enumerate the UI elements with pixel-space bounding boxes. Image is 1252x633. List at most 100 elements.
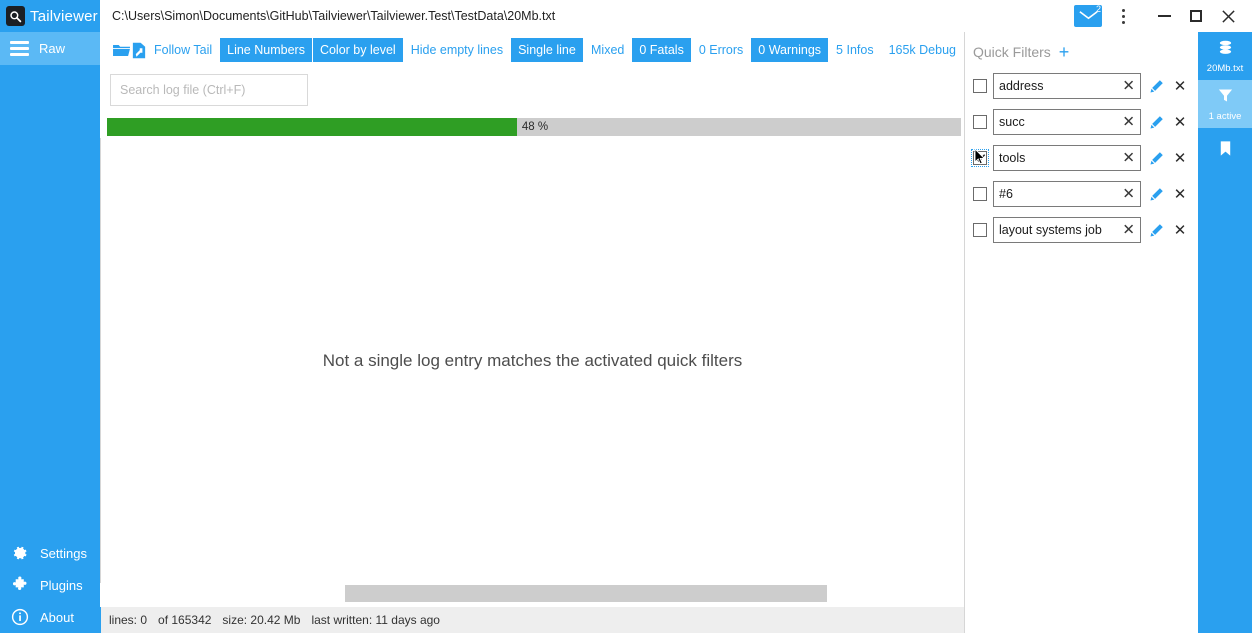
toolbar-follow-tail[interactable]: Follow Tail (147, 38, 219, 62)
add-file-icon[interactable] (131, 37, 147, 63)
delete-filter-icon[interactable]: ✕ (1171, 149, 1189, 167)
progress-area: 48 % (100, 118, 964, 138)
add-filter-icon[interactable]: + (1059, 43, 1070, 61)
delete-filter-icon[interactable]: ✕ (1171, 113, 1189, 131)
rail-item-filters[interactable]: 1 active (1198, 80, 1252, 128)
filter-text-input[interactable]: layout systems job ✕ (993, 217, 1141, 243)
filter-text-input[interactable]: address ✕ (993, 73, 1141, 99)
pencil-icon[interactable] (1147, 151, 1165, 166)
minimize-button[interactable] (1148, 0, 1180, 32)
progress-label: 48 % (521, 121, 549, 133)
empty-state-message: Not a single log entry matches the activ… (322, 350, 743, 370)
clear-filter-icon[interactable]: ✕ (1122, 151, 1135, 166)
pencil-icon[interactable] (1147, 115, 1165, 130)
filter-value: layout systems job (999, 223, 1102, 237)
open-folder-icon[interactable] (112, 37, 131, 63)
gear-icon (10, 543, 30, 563)
toolbar-color-by-level[interactable]: Color by level (312, 38, 403, 62)
mail-badge: 2 (1095, 4, 1101, 14)
horizontal-scrollbar[interactable] (100, 583, 964, 607)
sidebar-item-label: Plugins (40, 577, 83, 593)
bookmark-icon (1218, 140, 1233, 162)
sidebar-bottom-group: Settings Plugins About (0, 537, 100, 633)
filter-checkbox[interactable] (973, 223, 987, 237)
level-filter-fatals[interactable]: 0 Fatals (632, 38, 691, 62)
magnifier-icon (6, 6, 25, 26)
sidebar-item-label: Settings (40, 545, 87, 561)
status-size: size: 20.42 Mb (222, 613, 301, 627)
delete-filter-icon[interactable]: ✕ (1171, 77, 1189, 95)
rail-item-data-source[interactable]: 20Mb.txt (1198, 32, 1252, 80)
quick-filter-row: tools ✕ ✕ (965, 140, 1198, 176)
filter-checkbox[interactable] (973, 79, 987, 93)
rail-label: 20Mb.txt (1206, 62, 1244, 74)
app-window: Tailviewer C:\Users\Simon\Documents\GitH… (0, 0, 1252, 633)
quick-filter-row: #6 ✕ ✕ (965, 176, 1198, 212)
progress-bar: 48 % (107, 118, 961, 136)
quick-filters-panel: Quick Filters + address ✕ ✕ succ ✕ ✕ too… (964, 32, 1198, 633)
app-name: Tailviewer (30, 7, 98, 25)
rail-item-bookmarks[interactable] (1198, 128, 1252, 176)
puzzle-icon (10, 575, 30, 595)
delete-filter-icon[interactable]: ✕ (1171, 185, 1189, 203)
status-lines: lines: 0 (109, 613, 148, 627)
progress-fill (107, 118, 517, 136)
filter-value: succ (999, 115, 1025, 129)
right-rail: 20Mb.txt 1 active (1198, 32, 1252, 633)
file-path-title: C:\Users\Simon\Documents\GitHub\Tailview… (112, 9, 556, 23)
clear-filter-icon[interactable]: ✕ (1122, 79, 1135, 94)
filter-checkbox[interactable] (971, 149, 989, 167)
filter-value: address (999, 79, 1044, 93)
filter-value: #6 (999, 187, 1013, 201)
level-filter-mixed[interactable]: Mixed (584, 38, 631, 62)
filter-checkbox[interactable] (973, 115, 987, 129)
funnel-icon (1217, 87, 1234, 109)
pencil-icon[interactable] (1147, 187, 1165, 202)
close-button[interactable] (1212, 0, 1244, 32)
app-logo: Tailviewer (0, 0, 100, 32)
log-content-area: Not a single log entry matches the activ… (100, 138, 964, 583)
data-source-icon (1217, 39, 1234, 61)
rail-filler (1198, 176, 1252, 633)
window-controls: 2 (1074, 0, 1252, 32)
clear-filter-icon[interactable]: ✕ (1122, 115, 1135, 130)
kebab-menu-icon[interactable] (1112, 2, 1134, 30)
search-area: Search log file (Ctrl+F) (100, 68, 964, 116)
filter-value: tools (999, 151, 1026, 165)
info-icon (10, 607, 30, 627)
sidebar-item-raw[interactable]: Raw (0, 32, 100, 65)
maximize-button[interactable] (1180, 0, 1212, 32)
level-filter-debug[interactable]: 165k Debug (882, 38, 963, 62)
level-filter-infos[interactable]: 5 Infos (829, 38, 881, 62)
status-last-written: last written: 11 days ago (311, 613, 440, 627)
envelope-icon[interactable]: 2 (1074, 4, 1102, 27)
title-bar: Tailviewer C:\Users\Simon\Documents\GitH… (0, 0, 1252, 32)
pencil-icon[interactable] (1147, 223, 1165, 238)
hamburger-icon (10, 41, 29, 56)
filter-text-input[interactable]: #6 ✕ (993, 181, 1141, 207)
clear-filter-icon[interactable]: ✕ (1122, 187, 1135, 202)
scrollbar-thumb[interactable] (345, 585, 827, 602)
filter-text-input[interactable]: succ ✕ (993, 109, 1141, 135)
status-total-lines: of 165342 (158, 613, 212, 627)
pencil-icon[interactable] (1147, 79, 1165, 94)
sidebar-item-settings[interactable]: Settings (0, 537, 100, 569)
status-bar: lines: 0 of 165342 size: 20.42 Mb last w… (100, 607, 964, 633)
quick-filter-row: succ ✕ ✕ (965, 104, 1198, 140)
toolbar: Follow Tail Line Numbers Color by level … (100, 32, 964, 68)
quick-filters-header: Quick Filters + (965, 32, 1198, 68)
sidebar-item-about[interactable]: About (0, 601, 100, 633)
filter-text-input[interactable]: tools ✕ (993, 145, 1141, 171)
toolbar-hide-empty-lines[interactable]: Hide empty lines (404, 38, 510, 62)
level-filter-errors[interactable]: 0 Errors (692, 38, 750, 62)
toolbar-single-line[interactable]: Single line (511, 38, 583, 62)
toolbar-line-numbers[interactable]: Line Numbers (220, 38, 312, 62)
level-filter-warnings[interactable]: 0 Warnings (751, 38, 829, 62)
sidebar-item-label: About (40, 609, 74, 625)
left-sidebar: Raw Settings Plugins About (0, 32, 100, 633)
clear-filter-icon[interactable]: ✕ (1122, 223, 1135, 238)
delete-filter-icon[interactable]: ✕ (1171, 221, 1189, 239)
filter-checkbox[interactable] (973, 187, 987, 201)
sidebar-item-plugins[interactable]: Plugins (0, 569, 100, 601)
search-input[interactable]: Search log file (Ctrl+F) (110, 74, 308, 106)
